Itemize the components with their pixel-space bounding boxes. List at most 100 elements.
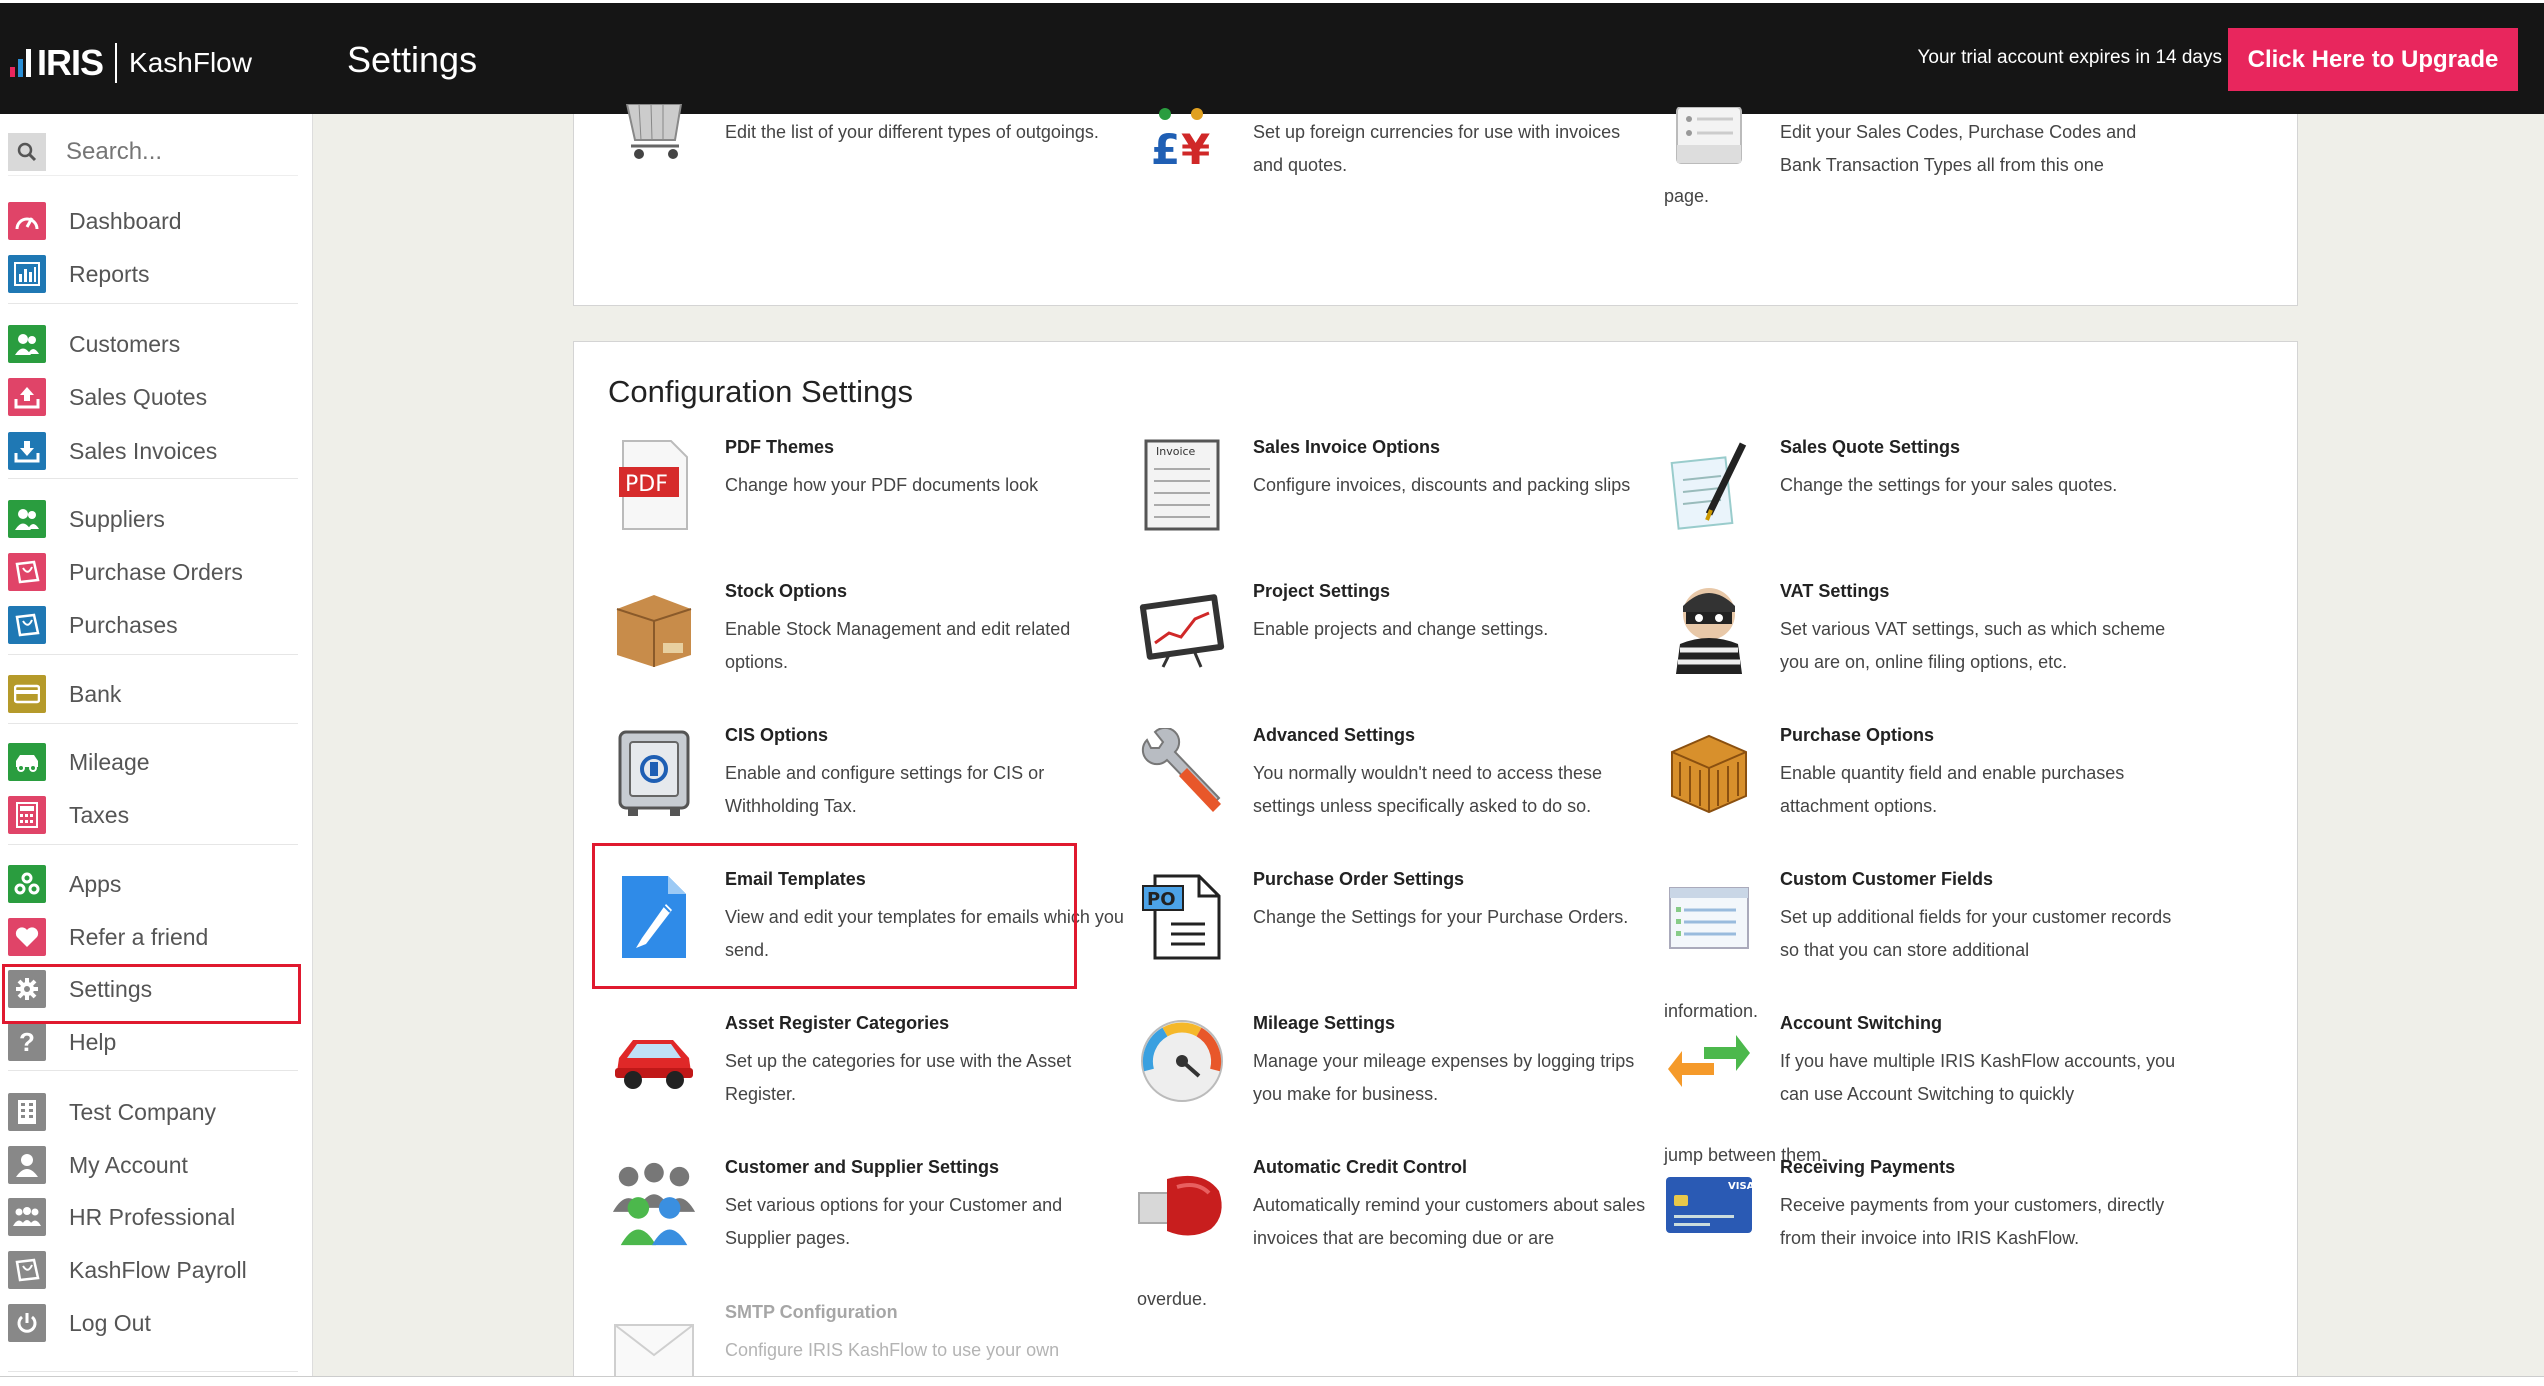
users-icon <box>8 325 46 363</box>
tile-stock-options[interactable]: Stock Options Enable Stock Management an… <box>609 579 1129 689</box>
sidebar-item-label: Dashboard <box>69 207 182 234</box>
sidebar-item-mileage[interactable]: Mileage <box>8 741 298 783</box>
tile-automatic-credit-control[interactable]: Automatic Credit Control Automatically r… <box>1137 1155 1657 1309</box>
sidebar-item-refer-a-friend[interactable]: Refer a friend <box>8 916 298 958</box>
tile-title: Purchase Order Settings <box>1253 869 1465 889</box>
box-icon <box>609 579 699 679</box>
email-templates-highlight-box <box>592 843 1077 989</box>
chart-screen-icon <box>1137 579 1227 679</box>
tile-pdf-themes[interactable]: PDF PDF Themes Change how your PDF docum… <box>609 435 1129 545</box>
tile-mileage-settings[interactable]: Mileage Settings Manage your mileage exp… <box>1137 1011 1657 1121</box>
boxing-glove-icon <box>1137 1155 1227 1255</box>
tile-desc: Set various VAT settings, such as which … <box>1780 619 2166 672</box>
sidebar-item-purchase-orders[interactable]: Purchase Orders <box>8 551 298 593</box>
car-icon <box>609 1011 699 1111</box>
tile-desc: Change the Settings for your Purchase Or… <box>1253 907 1629 927</box>
iris-kashflow-logo[interactable]: IRIS KashFlow <box>10 41 252 85</box>
sidebar-item-sales-quotes[interactable]: Sales Quotes <box>8 376 298 418</box>
tile-title: Account Switching <box>1780 1013 1942 1033</box>
crate-icon <box>1664 723 1754 823</box>
tile-title: Purchase Options <box>1780 725 1935 745</box>
sidebar-search <box>8 128 298 176</box>
tile-smtp-configuration[interactable]: SMTP Configuration Configure IRIS KashFl… <box>609 1300 1129 1386</box>
sidebar-item-label: My Account <box>69 1151 188 1178</box>
speedometer-icon <box>8 202 46 240</box>
sidebar-item-bank[interactable]: Bank <box>8 673 298 715</box>
sidebar-item-sales-invoices[interactable]: Sales Invoices <box>8 430 298 472</box>
sidebar-item-label: Mileage <box>69 748 150 775</box>
sidebar-item-kashflow-payroll[interactable]: KashFlow Payroll <box>8 1249 298 1291</box>
tile-title: Sales Quote Settings <box>1780 437 1961 457</box>
tile-desc: Configure invoices, discounts and packin… <box>1253 475 1631 495</box>
list-icon <box>1664 104 1754 170</box>
tile-asset-register-categories[interactable]: Asset Register Categories Set up the cat… <box>609 1011 1129 1121</box>
tile-customer-and-supplier-settings[interactable]: Customer and Supplier Settings Set vario… <box>609 1155 1129 1265</box>
sidebar-item-label: Help <box>69 1028 117 1055</box>
tile-vat-settings[interactable]: VAT Settings Set various VAT settings, s… <box>1664 579 2184 689</box>
wrench-icon <box>1137 723 1227 823</box>
safe-icon <box>609 723 699 823</box>
bag-icon <box>8 1251 46 1289</box>
pdf-icon: PDF <box>609 435 699 535</box>
apps-icon <box>8 865 46 903</box>
currency-icon: £ ¥ <box>1137 104 1227 174</box>
tile-desc: Receive payments from your customers, di… <box>1780 1195 2165 1248</box>
sidebar-item-taxes[interactable]: Taxes <box>8 794 298 836</box>
sidebar-item-purchases[interactable]: Purchases <box>8 604 298 646</box>
building-icon <box>8 1093 46 1131</box>
shopping-cart-icon <box>609 102 699 162</box>
sidebar-item-label: Test Company <box>69 1098 217 1125</box>
sidebar-item-my-account[interactable]: My Account <box>8 1144 298 1186</box>
tile-title: SMTP Configuration <box>725 1302 898 1322</box>
svg-text:PDF: PDF <box>625 472 668 497</box>
section-title: Configuration Settings <box>608 374 914 409</box>
sidebar-item-test-company[interactable]: Test Company <box>8 1091 298 1133</box>
tile-desc: Set up the categories for use with the A… <box>725 1051 1072 1104</box>
tile-title: Sales Invoice Options <box>1253 437 1441 457</box>
tile-purchase-order-settings[interactable]: PO Purchase Order Settings Change the Se… <box>1137 867 1657 977</box>
sidebar-item-label: Apps <box>69 870 122 897</box>
sidebar-item-dashboard[interactable]: Dashboard <box>8 200 298 242</box>
sidebar-item-hr-professional[interactable]: HR Professional <box>8 1196 298 1238</box>
tile-desc: Change the settings for your sales quote… <box>1780 475 2118 495</box>
heart-icon <box>8 918 46 956</box>
tile-advanced-settings[interactable]: Advanced Settings You normally wouldn't … <box>1137 723 1657 833</box>
sidebar-item-label: KashFlow Payroll <box>69 1256 247 1283</box>
tile-custom-customer-fields[interactable]: Custom Customer Fields Set up additional… <box>1664 867 2184 1021</box>
tile-cis-options[interactable]: CIS Options Enable and configure setting… <box>609 723 1129 833</box>
sidebar-item-help[interactable]: ? Help <box>8 1021 298 1063</box>
tile-desc: Edit your Sales Codes, Purchase Codes an… <box>1780 122 2137 175</box>
tile-desc: Enable Stock Management and edit related… <box>725 619 1071 672</box>
tile-desc: If you have multiple IRIS KashFlow accou… <box>1780 1051 2176 1104</box>
tile-project-settings[interactable]: Project Settings Enable projects and cha… <box>1137 579 1657 689</box>
sidebar-item-suppliers[interactable]: Suppliers <box>8 498 298 540</box>
tile-title: Asset Register Categories <box>725 1013 950 1033</box>
tile-title: Automatic Credit Control <box>1253 1157 1467 1177</box>
card-icon <box>8 675 46 713</box>
tile-account-switching[interactable]: Account Switching If you have multiple I… <box>1664 1011 2184 1165</box>
tile-sales-invoice-options[interactable]: Invoice Sales Invoice Options Configure … <box>1137 435 1657 545</box>
users-icon <box>8 500 46 538</box>
tile-purchase-options[interactable]: Purchase Options Enable quantity field a… <box>1664 723 2184 833</box>
tile-title: Mileage Settings <box>1253 1013 1396 1033</box>
sidebar-item-log-out[interactable]: Log Out <box>8 1302 298 1344</box>
tile-receiving-payments[interactable]: VISA Receiving Payments Receive payments… <box>1664 1155 2184 1265</box>
sidebar-item-label: Reports <box>69 260 150 287</box>
calculator-icon <box>8 796 46 834</box>
user-icon <box>8 1146 46 1184</box>
sidebar-item-customers[interactable]: Customers <box>8 323 298 365</box>
svg-text:¥: ¥ <box>1181 125 1210 172</box>
invoice-icon: Invoice <box>1137 435 1227 535</box>
sidebar-item-reports[interactable]: Reports <box>8 253 298 295</box>
tile-desc: Manage your mileage expenses by logging … <box>1253 1051 1635 1104</box>
search-input[interactable] <box>66 137 286 166</box>
tile-desc: Set various options for your Customer an… <box>725 1195 1063 1248</box>
upgrade-button[interactable]: Click Here to Upgrade <box>2228 28 2518 91</box>
sidebar-item-label: Log Out <box>69 1309 151 1336</box>
settings-highlight-box <box>2 964 301 1024</box>
search-icon[interactable] <box>8 132 46 171</box>
tile-sales-quote-settings[interactable]: Sales Quote Settings Change the settings… <box>1664 435 2184 545</box>
tile-desc: Set up additional fields for your custom… <box>1780 907 2172 960</box>
bag-icon <box>8 553 46 591</box>
sidebar-item-apps[interactable]: Apps <box>8 863 298 905</box>
